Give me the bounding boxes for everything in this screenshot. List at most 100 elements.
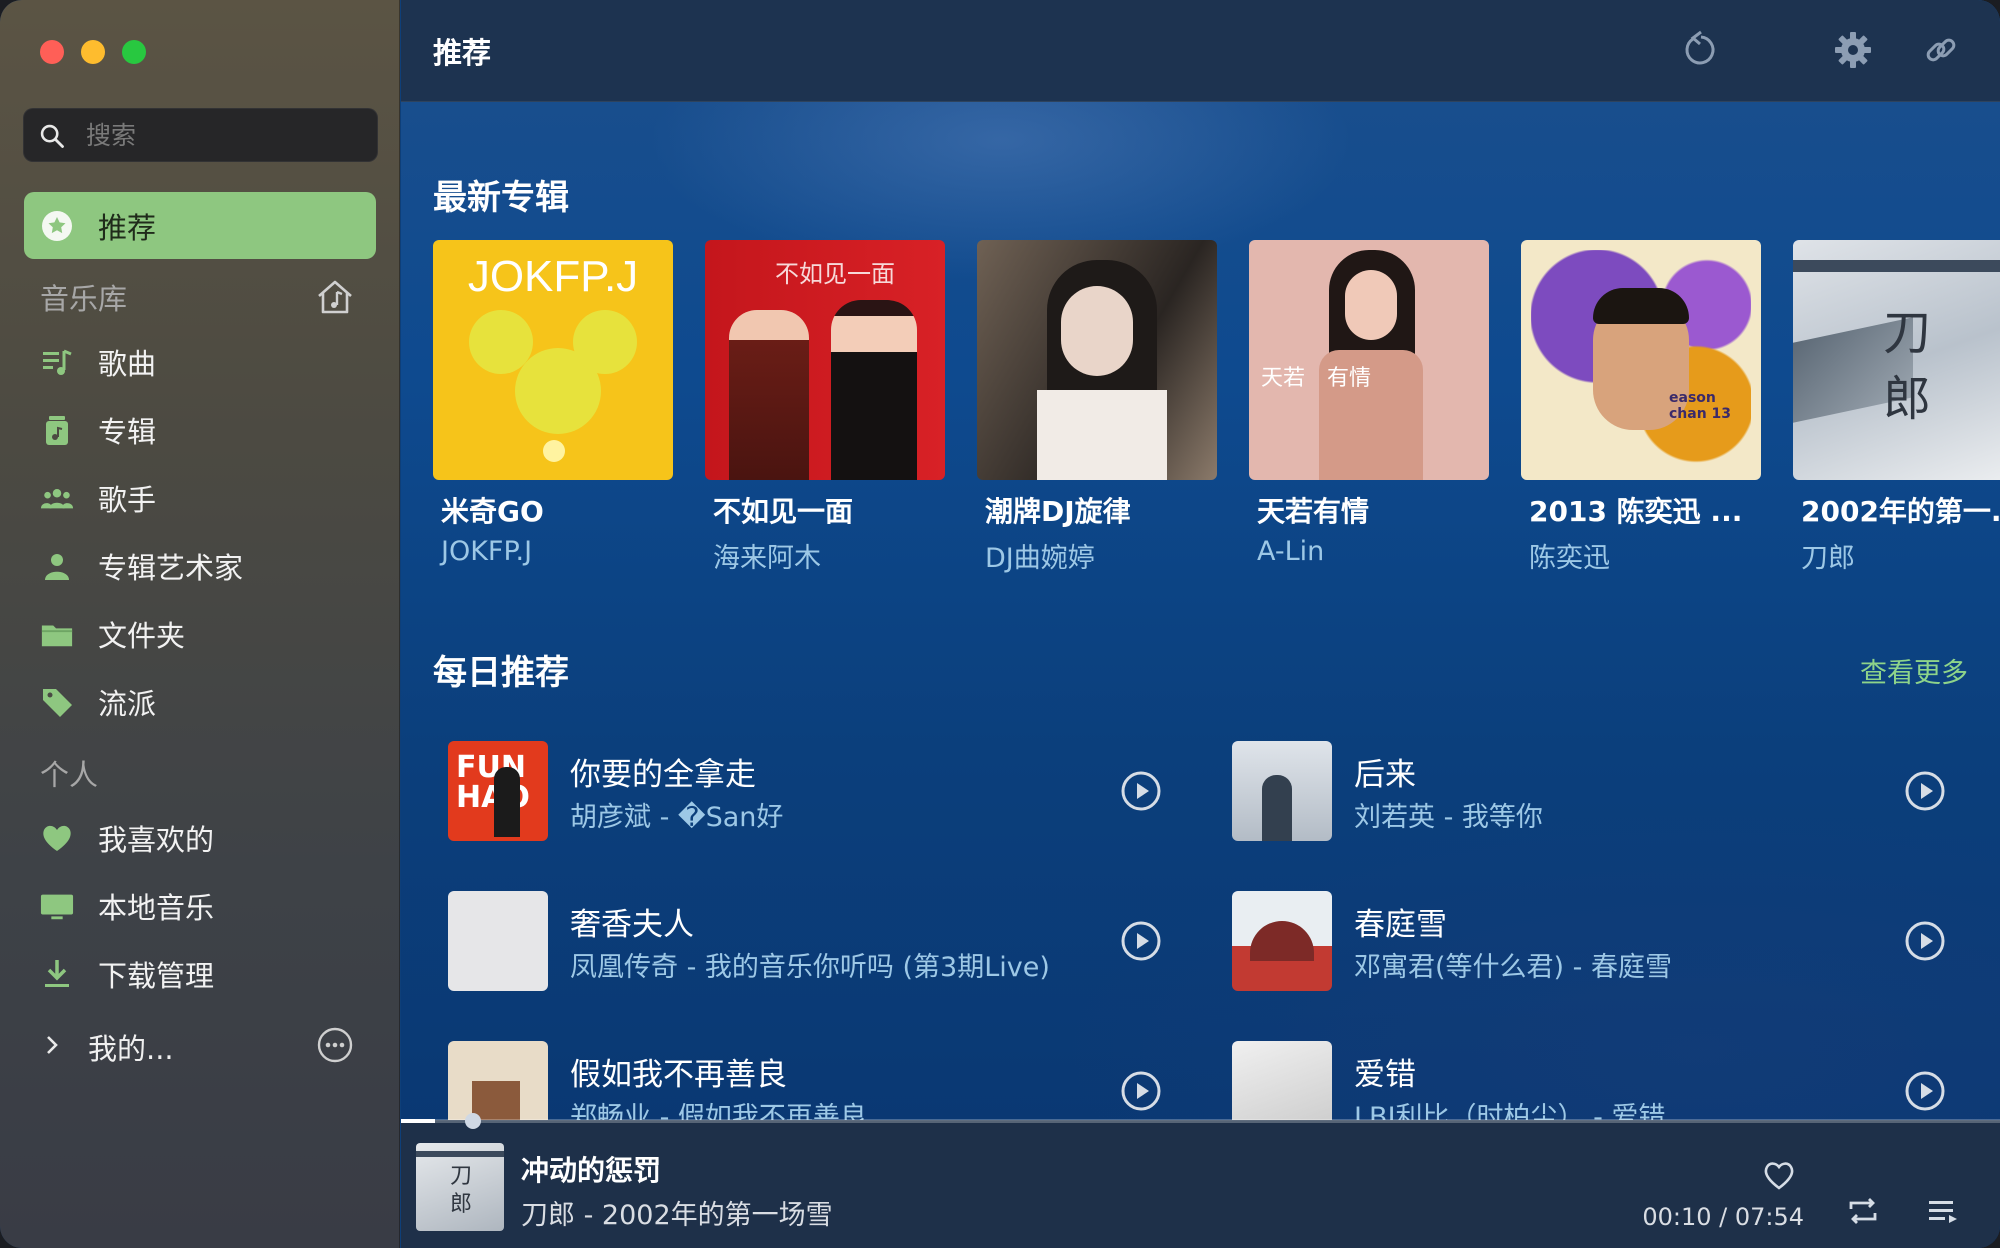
section-label-library: 音乐库: [40, 282, 128, 316]
play-circle-icon[interactable]: [1120, 1070, 1162, 1112]
now-playing-title: 冲动的惩罚: [521, 1154, 662, 1187]
album-cover: eason chan 13: [1521, 240, 1761, 480]
sidebar-item-label: 流派: [98, 687, 157, 721]
sidebar-item-label: 专辑: [98, 415, 157, 449]
album-card[interactable]: JOKFP.J 米奇GO JOKFP.J: [433, 240, 673, 567]
sidebar-item-folders[interactable]: 文件夹: [24, 602, 376, 666]
album-card[interactable]: 天若 有情 天若有情 A-Lin: [1249, 240, 1489, 567]
page-title: 推荐: [433, 36, 492, 70]
album-artist[interactable]: DJ曲婉婷: [977, 536, 1217, 575]
player-bar: 刀郎 冲动的惩罚 刀郎 - 2002年的第一场雪 00:10 / 07:54: [401, 1113, 2000, 1248]
sidebar-item-recommend[interactable]: 推荐: [24, 192, 376, 259]
sidebar-item-downloads[interactable]: 下载管理: [24, 942, 376, 1006]
song-row[interactable]: 爱错 LBI利比（时柏尘） - 爱错: [1232, 1041, 1992, 1120]
cover-text: 不如见一面: [775, 260, 895, 288]
progress-bar[interactable]: [401, 1113, 2000, 1129]
sidebar-item-favorites[interactable]: 我喜欢的: [24, 806, 376, 870]
song-cover: [1232, 1041, 1332, 1120]
album-cover: JOKFP.J: [433, 240, 673, 480]
sidebar-item-label: 歌手: [98, 483, 157, 517]
sidebar-item-artists[interactable]: 歌手: [24, 466, 376, 530]
sidebar-item-songs[interactable]: 歌曲: [24, 330, 376, 394]
song-row[interactable]: 春庭雪 邓寓君(等什么君) - 春庭雪: [1232, 891, 1992, 991]
section-title-daily: 每日推荐: [433, 653, 569, 693]
sidebar-item-label: 下载管理: [98, 959, 215, 993]
heart-outline-icon[interactable]: [1761, 1157, 1797, 1193]
album-artist[interactable]: A-Lin: [1249, 536, 1489, 567]
sidebar-item-label: 文件夹: [98, 619, 186, 653]
album-box-icon: [40, 413, 74, 447]
chevron-right-icon[interactable]: [40, 1028, 66, 1062]
heart-icon: [40, 821, 74, 855]
album-artist[interactable]: 陈奕迅: [1521, 536, 1761, 575]
album-card[interactable]: 潮牌DJ旋律 DJ曲婉婷: [977, 240, 1217, 575]
refresh-icon[interactable]: [1681, 30, 1721, 70]
minimize-window-button[interactable]: [81, 40, 105, 64]
song-row[interactable]: 后来 刘若英 - 我等你: [1232, 741, 1992, 841]
song-title: 后来: [1354, 757, 1416, 793]
mine-expander[interactable]: 我的...: [88, 1026, 174, 1068]
playback-time: 00:10 / 07:54: [1642, 1203, 1804, 1231]
album-cover: 刀 郎: [1793, 240, 2000, 480]
app-window: 推荐 音乐库 歌曲 专辑 歌手: [0, 0, 2000, 1248]
album-title: 不如见一面: [713, 495, 854, 528]
close-window-button[interactable]: [40, 40, 64, 64]
main-content: 推荐 最新专辑 JOKFP.J 米奇GO JOKFP.J 不如见一面 不如见一面…: [401, 0, 2000, 1248]
section-title-new-albums: 最新专辑: [433, 178, 569, 218]
song-cover: [1232, 891, 1332, 991]
song-title: 爱错: [1354, 1057, 1416, 1093]
song-subtitle: 凤凰传奇 - 我的音乐你听吗 (第3期Live): [570, 952, 1050, 983]
album-card[interactable]: eason chan 13 2013 陈奕迅 ... 陈奕迅: [1521, 240, 1761, 575]
song-title: 假如我不再善良: [570, 1057, 787, 1093]
monitor-icon: [40, 889, 74, 923]
song-row[interactable]: FUN HAO 你要的全拿走 胡彦斌 - �San好: [448, 741, 1208, 841]
song-cover: [448, 891, 548, 991]
star-badge-icon: [40, 209, 74, 243]
progress-fill: [401, 1119, 435, 1123]
repeat-icon[interactable]: [1845, 1193, 1881, 1229]
group-icon: [40, 481, 74, 515]
album-card[interactable]: 刀 郎 2002年的第一... 刀郎: [1793, 240, 2000, 575]
album-artist[interactable]: 刀郎: [1793, 536, 2000, 575]
song-row[interactable]: 奢香夫人 凤凰传奇 - 我的音乐你听吗 (第3期Live): [448, 891, 1208, 991]
link-icon[interactable]: [1921, 30, 1961, 70]
play-circle-icon[interactable]: [1904, 770, 1946, 812]
home-music-icon[interactable]: [314, 276, 356, 318]
album-artist[interactable]: JOKFP.J: [433, 536, 673, 567]
search-input[interactable]: [86, 109, 366, 161]
song-cover: [1232, 741, 1332, 841]
play-circle-icon[interactable]: [1904, 920, 1946, 962]
sidebar-item-album-artists[interactable]: 专辑艺术家: [24, 534, 376, 598]
play-circle-icon[interactable]: [1120, 770, 1162, 812]
top-bar: 推荐: [401, 0, 2000, 102]
see-more-link[interactable]: 查看更多: [1860, 651, 1968, 690]
sidebar: 推荐 音乐库 歌曲 专辑 歌手: [0, 0, 400, 1248]
song-title: 春庭雪: [1354, 907, 1447, 943]
playlist-icon[interactable]: [1925, 1193, 1961, 1229]
now-playing-cover: 刀郎: [416, 1143, 504, 1231]
album-title: 2002年的第一...: [1801, 495, 2000, 528]
window-controls: [40, 40, 146, 64]
gear-icon[interactable]: [1833, 30, 1873, 70]
album-card[interactable]: 不如见一面 不如见一面 海来阿木: [705, 240, 945, 575]
song-subtitle: 郑畅业 - 假如我不再善良: [570, 1102, 867, 1120]
daily-song-list: FUN HAO 你要的全拿走 胡彦斌 - �San好 后来 刘若英 - 我等你 奢…: [401, 700, 2000, 1120]
maximize-window-button[interactable]: [122, 40, 146, 64]
sidebar-item-label: 专辑艺术家: [98, 551, 244, 585]
progress-knob[interactable]: [465, 1113, 481, 1129]
sidebar-item-genres[interactable]: 流派: [24, 670, 376, 734]
more-options-icon[interactable]: [316, 1026, 354, 1064]
search-box[interactable]: [23, 108, 378, 162]
song-row[interactable]: 假如我不再善良 郑畅业 - 假如我不再善良: [448, 1041, 1208, 1120]
album-title: 米奇GO: [441, 495, 544, 528]
play-circle-icon[interactable]: [1904, 1070, 1946, 1112]
album-artist[interactable]: 海来阿木: [705, 536, 945, 575]
sidebar-item-label: 歌曲: [98, 347, 157, 381]
play-circle-icon[interactable]: [1120, 920, 1162, 962]
song-subtitle: 邓寓君(等什么君) - 春庭雪: [1354, 952, 1672, 983]
sidebar-item-albums[interactable]: 专辑: [24, 398, 376, 462]
sidebar-item-local-music[interactable]: 本地音乐: [24, 874, 376, 938]
cover-text: 刀 郎: [1883, 305, 1932, 427]
album-title: 潮牌DJ旋律: [985, 495, 1131, 528]
album-cover: 天若 有情: [1249, 240, 1489, 480]
